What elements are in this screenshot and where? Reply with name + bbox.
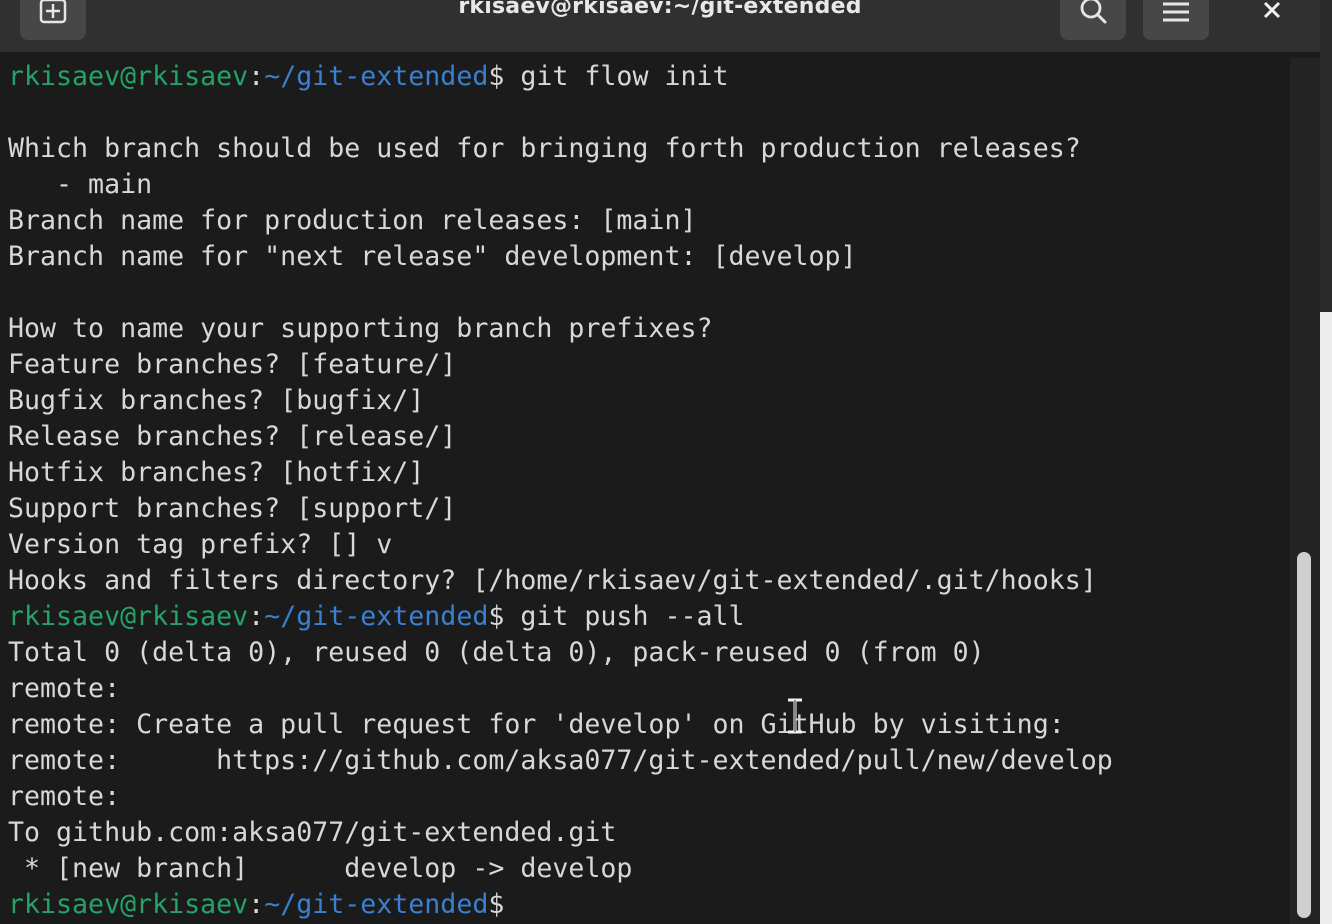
prompt-line: rkisaev@rkisaev:~/git-extended$ git push… bbox=[8, 599, 745, 635]
prompt-user: rkisaev@rkisaev bbox=[8, 61, 249, 92]
output-line: Hooks and filters directory? [/home/rkis… bbox=[8, 565, 1097, 596]
output-line: remote: https://github.com/aksa077/git-e… bbox=[8, 745, 1113, 776]
scrollbar-thumb[interactable] bbox=[1297, 552, 1311, 918]
output-line: Which branch should be used for bringing… bbox=[8, 133, 1081, 164]
output-line: Branch name for production releases: [ma… bbox=[8, 205, 697, 236]
output-line: Version tag prefix? [] v bbox=[8, 529, 393, 560]
prompt-path: ~/git-extended bbox=[264, 889, 489, 920]
output-line: Release branches? [release/] bbox=[8, 421, 457, 452]
search-button[interactable] bbox=[1060, 0, 1126, 40]
prompt-path: ~/git-extended bbox=[264, 601, 489, 632]
prompt-path: ~/git-extended bbox=[264, 61, 489, 92]
prompt-separator: : bbox=[248, 61, 265, 92]
terminal-output[interactable]: rkisaev@rkisaev:~/git-extended$ git flow… bbox=[0, 58, 1300, 924]
prompt-symbol: $ bbox=[488, 61, 505, 92]
output-line: How to name your supporting branch prefi… bbox=[8, 313, 713, 344]
prompt-separator: : bbox=[248, 889, 265, 920]
output-line: Hotfix branches? [hotfix/] bbox=[8, 457, 425, 488]
search-icon bbox=[1080, 0, 1107, 24]
output-line: Bugfix branches? [bugfix/] bbox=[8, 385, 425, 416]
command-text: git flow init bbox=[504, 61, 729, 92]
prompt-separator: : bbox=[248, 601, 265, 632]
output-line: remote: bbox=[8, 781, 121, 812]
output-line: Branch name for "next release" developme… bbox=[8, 241, 857, 272]
output-line: * [new branch] develop -> develop bbox=[8, 853, 633, 884]
output-line: Feature branches? [feature/] bbox=[8, 349, 457, 380]
background-window-edge-dark bbox=[1320, 0, 1332, 312]
main-menu-button[interactable] bbox=[1143, 0, 1209, 40]
output-line: remote: bbox=[8, 673, 121, 704]
close-button[interactable] bbox=[1249, 0, 1295, 32]
header-bar: rkisaev@rkisaev:~/git-extended bbox=[0, 0, 1320, 53]
text-cursor-icon bbox=[788, 698, 802, 734]
output-line: To github.com:aksa077/git-extended.git bbox=[8, 817, 617, 848]
command-text: git push --all bbox=[504, 601, 745, 632]
hamburger-menu-icon bbox=[1163, 2, 1189, 22]
prompt-symbol: $ bbox=[488, 889, 505, 920]
prompt-user: rkisaev@rkisaev bbox=[8, 889, 249, 920]
output-line: - main bbox=[8, 169, 153, 200]
prompt-symbol: $ bbox=[488, 601, 505, 632]
terminal-window: rkisaev@rkisaev:~/git-extended rkisaev@r… bbox=[0, 0, 1332, 924]
prompt-line: rkisaev@rkisaev:~/git-extended$ git flow… bbox=[8, 59, 729, 95]
output-line: remote: Create a pull request for 'devel… bbox=[8, 709, 1065, 740]
output-line: Total 0 (delta 0), reused 0 (delta 0), p… bbox=[8, 637, 985, 668]
output-line: Support branches? [support/] bbox=[8, 493, 457, 524]
close-icon bbox=[1263, 1, 1281, 19]
prompt-line: rkisaev@rkisaev:~/git-extended$ bbox=[8, 887, 504, 923]
prompt-user: rkisaev@rkisaev bbox=[8, 601, 249, 632]
